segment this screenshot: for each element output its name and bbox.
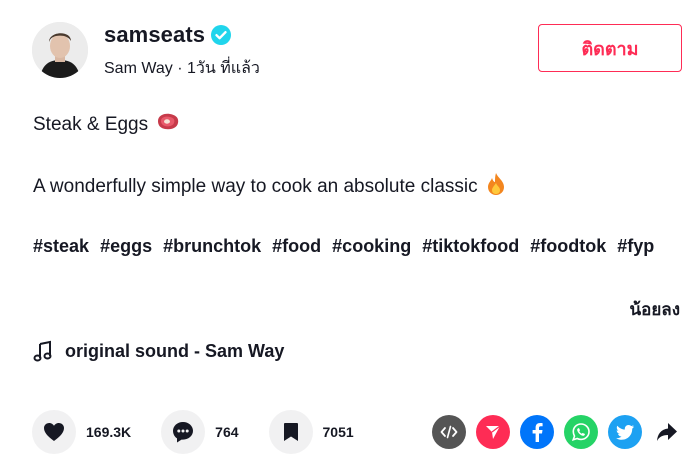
facebook-icon [532,423,543,442]
subline-separator: · [172,60,187,77]
comment-action: 764 [161,410,239,454]
facebook-button[interactable] [520,415,554,449]
like-action: 169.3K [32,410,131,454]
share-arrow-icon [657,423,677,441]
post-time: 1วัน ที่แล้ว [186,60,260,77]
steak-emoji-icon [156,112,180,138]
twitter-icon [616,425,634,440]
code-icon [440,425,458,439]
username-row: samseats [104,22,232,48]
save-action: 7051 [268,410,354,454]
heart-icon [44,423,64,441]
hashtag-link[interactable]: #cooking [332,236,411,256]
post-description-text: A wonderfully simple way to cook an abso… [33,176,478,197]
whatsapp-icon [571,423,590,442]
save-button[interactable] [268,410,313,454]
hashtag-link[interactable]: #foodtok [530,236,606,256]
see-less-button[interactable]: น้อยลง [629,296,680,323]
like-button[interactable] [32,410,76,454]
avatar-image [32,22,88,78]
hashtag-link[interactable]: #fyp [617,236,654,256]
verified-badge-icon [211,25,232,45]
comment-button[interactable] [161,410,206,454]
display-name: Sam Way [104,60,173,77]
whatsapp-button[interactable] [564,415,598,449]
twitter-button[interactable] [608,415,642,449]
hashtag-list: #steak #eggs #brunchtok #food #cooking #… [33,231,663,261]
avatar[interactable] [32,22,88,78]
username[interactable]: samseats [104,22,205,48]
post-header: samseats Sam Way · 1วัน ที่แล้ว ติดตาม [32,20,682,80]
follow-button[interactable]: ติดตาม [538,24,682,72]
send-icon [486,425,501,439]
bookmark-icon [283,423,298,441]
post-title: Steak & Eggs [33,112,180,138]
embed-button[interactable] [432,415,466,449]
send-button[interactable] [476,415,510,449]
hashtag-link[interactable]: #eggs [100,236,152,256]
share-more-button[interactable] [654,419,680,445]
hashtag-link[interactable]: #food [272,236,321,256]
hashtag-link[interactable]: #tiktokfood [422,236,519,256]
music-title: original sound - Sam Way [65,340,285,361]
save-count: 7051 [322,424,354,440]
post-description: A wonderfully simple way to cook an abso… [33,172,506,202]
share-bar [422,415,680,449]
music-link[interactable]: original sound - Sam Way [33,340,284,362]
comment-count: 764 [215,424,239,440]
comment-icon [173,422,194,443]
hashtag-link[interactable]: #brunchtok [163,236,261,256]
engagement-bar: 169.3K 764 7051 [32,410,384,454]
hashtag-link[interactable]: #steak [33,236,89,256]
like-count: 169.3K [86,424,132,440]
fire-emoji-icon [486,172,506,202]
post-title-text: Steak & Eggs [33,114,149,135]
music-note-icon [33,340,53,362]
author-subline: Sam Way · 1วัน ที่แล้ว [104,56,260,81]
